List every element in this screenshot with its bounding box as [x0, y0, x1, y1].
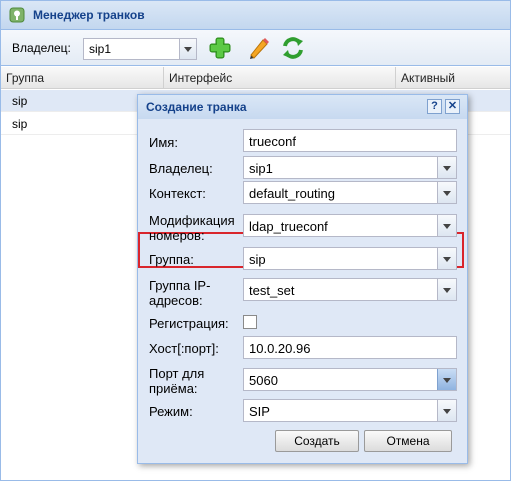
close-icon: ✕: [447, 100, 458, 112]
name-label: Имя:: [149, 135, 178, 150]
owner-select-value: sip1: [89, 42, 112, 56]
close-button[interactable]: ✕: [445, 99, 460, 114]
number-modification-label: Модификация номеров:: [149, 213, 235, 243]
port-label-line1: Порт для: [149, 366, 205, 381]
owner-select[interactable]: sip1: [83, 38, 197, 60]
chevron-down-icon[interactable]: [437, 182, 456, 203]
refresh-icon[interactable]: [281, 36, 305, 60]
number-modification-select[interactable]: ldap_trueconf: [243, 214, 457, 237]
port-select[interactable]: 5060: [243, 368, 457, 391]
network-icon: [9, 7, 25, 23]
owner-label: Владелец:: [149, 161, 213, 176]
add-icon[interactable]: [208, 36, 232, 60]
mode-select[interactable]: SIP: [243, 399, 457, 422]
port-label: Порт для приёма:: [149, 366, 204, 396]
registration-checkbox[interactable]: [243, 315, 257, 329]
group-label: Группа:: [149, 252, 194, 267]
chevron-down-icon[interactable]: [179, 39, 196, 59]
toolbar: Владелец: sip1: [1, 30, 510, 66]
registration-label: Регистрация:: [149, 316, 229, 331]
help-button[interactable]: ?: [427, 99, 442, 114]
chevron-down-icon[interactable]: [437, 279, 456, 300]
chevron-down-icon[interactable]: [437, 215, 456, 236]
chevron-down-icon[interactable]: [437, 157, 456, 178]
owner-value: sip1: [249, 161, 273, 176]
context-select[interactable]: default_routing: [243, 181, 457, 204]
group-select[interactable]: sip: [243, 247, 457, 270]
context-label: Контекст:: [149, 186, 206, 201]
ip-group-value: test_set: [249, 283, 295, 298]
port-label-line2: приёма:: [149, 381, 198, 396]
port-value: 5060: [249, 373, 278, 388]
cancel-button[interactable]: Отмена: [364, 430, 452, 452]
host-value: 10.0.20.96: [249, 341, 311, 356]
column-interface[interactable]: Интерфейс: [164, 67, 396, 89]
table-cell: sip: [12, 94, 28, 108]
dialog-form: Имя: trueconf Владелец: sip1 Контекст: d…: [138, 119, 467, 463]
ip-group-label: Группа IP- адресов:: [149, 278, 210, 308]
column-group[interactable]: Группа: [1, 67, 164, 89]
column-active[interactable]: Активный: [396, 67, 510, 89]
number-modification-label-line1: Модификация: [149, 213, 235, 228]
name-field[interactable]: trueconf: [243, 129, 457, 152]
owner-select[interactable]: sip1: [243, 156, 457, 179]
number-modification-value: ldap_trueconf: [249, 219, 328, 234]
ip-group-label-line2: адресов:: [149, 293, 203, 308]
dialog-title: Создание транка: [146, 100, 247, 114]
create-trunk-dialog: Создание транка ? ✕ Имя: trueconf Владел…: [137, 94, 468, 464]
name-value: trueconf: [249, 134, 296, 149]
chevron-down-icon[interactable]: [437, 248, 456, 269]
create-button[interactable]: Создать: [275, 430, 359, 452]
chevron-down-icon[interactable]: [437, 400, 456, 421]
window-title: Менеджер транков: [33, 8, 145, 22]
mode-label: Режим:: [149, 404, 193, 419]
context-value: default_routing: [249, 186, 336, 201]
ip-group-select[interactable]: test_set: [243, 278, 457, 301]
host-field[interactable]: 10.0.20.96: [243, 336, 457, 359]
group-value: sip: [249, 252, 266, 267]
host-label: Хост[:порт]:: [149, 341, 219, 356]
chevron-down-icon[interactable]: [437, 369, 456, 390]
mode-value: SIP: [249, 404, 270, 419]
owner-label: Владелец:: [12, 41, 71, 55]
window-header: Менеджер транков: [1, 1, 510, 30]
ip-group-label-line1: Группа IP-: [149, 278, 211, 293]
grid-header: Группа Интерфейс Активный: [1, 67, 510, 89]
table-cell: sip: [12, 117, 28, 131]
edit-icon[interactable]: [246, 36, 270, 60]
help-icon: ?: [431, 100, 438, 112]
dialog-header[interactable]: Создание транка ? ✕: [138, 95, 467, 119]
number-modification-label-line2: номеров:: [149, 228, 205, 243]
